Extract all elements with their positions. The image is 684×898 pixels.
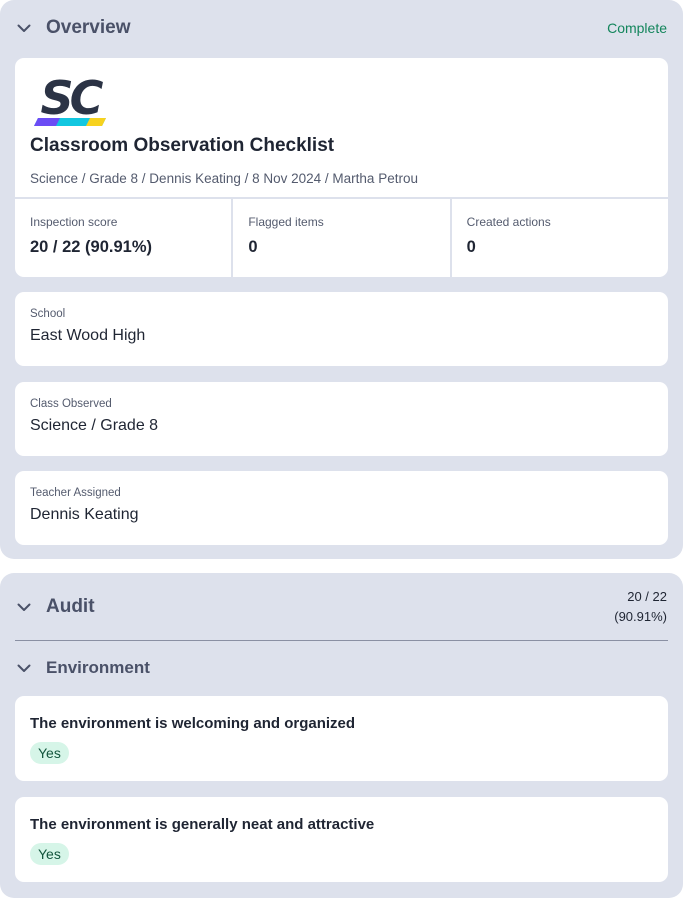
environment-header[interactable]: Environment [16, 657, 667, 679]
question-text: The environment is generally neat and at… [30, 816, 375, 833]
audit-score: 20 / 22 (90.91%) [614, 587, 667, 627]
stats-row: Inspection score 20 / 22 (90.91%) Flagge… [15, 197, 668, 277]
document-title: Classroom Observation Checklist [30, 135, 335, 156]
stat-value: 20 / 22 (90.91%) [30, 238, 152, 256]
answer-badge: Yes [30, 843, 69, 865]
stat-label: Created actions [466, 215, 551, 229]
audit-header[interactable]: Audit 20 / 22 (90.91%) [16, 587, 667, 627]
question-card: The environment is generally neat and at… [15, 797, 668, 882]
field-teacher-assigned: Teacher Assigned Dennis Keating [15, 471, 668, 545]
question-text: The environment is welcoming and organiz… [30, 715, 356, 732]
stat-flagged-items: Flagged items 0 [233, 199, 450, 277]
field-school: School East Wood High [15, 292, 668, 366]
audit-score-percent: (90.91%) [614, 609, 667, 624]
stat-created-actions: Created actions 0 [451, 199, 668, 277]
sc-logo: SC [30, 71, 112, 128]
stat-inspection-score: Inspection score 20 / 22 (90.91%) [15, 199, 232, 277]
stat-label: Inspection score [30, 215, 118, 229]
stat-value: 0 [466, 238, 476, 256]
chevron-down-icon[interactable] [16, 660, 32, 676]
field-value: Science / Grade 8 [30, 417, 159, 434]
overview-header[interactable]: Overview Complete [16, 16, 667, 40]
chevron-down-icon[interactable] [16, 20, 32, 36]
question-card: The environment is welcoming and organiz… [15, 696, 668, 781]
stat-label: Flagged items [248, 215, 324, 229]
overview-title: Overview [46, 17, 131, 38]
audit-title: Audit [46, 596, 95, 617]
environment-title: Environment [46, 658, 150, 677]
field-label: Teacher Assigned [30, 487, 121, 499]
divider [15, 640, 668, 641]
field-value: Dennis Keating [30, 506, 139, 523]
field-label: School [30, 308, 66, 320]
field-label: Class Observed [30, 398, 112, 410]
field-class-observed: Class Observed Science / Grade 8 [15, 382, 668, 456]
status-badge: Complete [607, 20, 667, 36]
svg-text:SC: SC [41, 72, 104, 125]
document-meta: Science / Grade 8 / Dennis Keating / 8 N… [30, 171, 418, 186]
field-value: East Wood High [30, 327, 146, 344]
stat-value: 0 [248, 238, 258, 256]
answer-badge: Yes [30, 742, 69, 764]
audit-score-fraction: 20 / 22 [627, 589, 667, 604]
chevron-down-icon[interactable] [16, 599, 32, 615]
